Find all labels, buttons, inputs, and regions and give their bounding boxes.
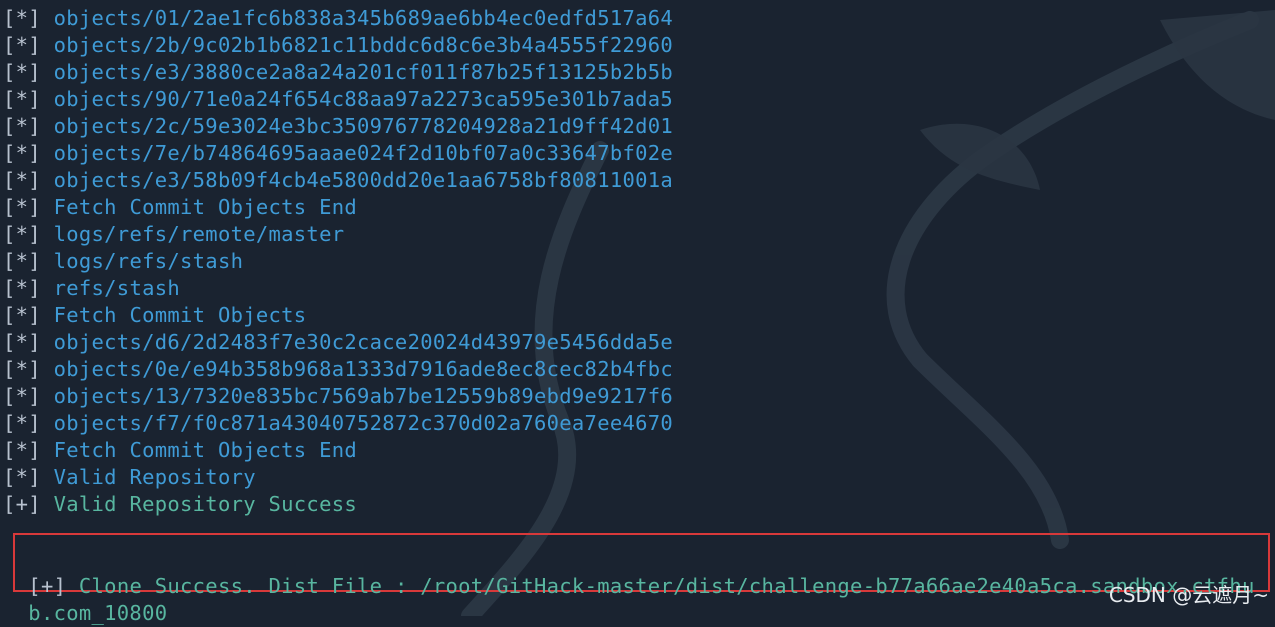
line-text: objects/e3/3880ce2a8a24a201cf011f87b25f1… xyxy=(53,60,674,84)
line-text: Valid Repository Success xyxy=(53,492,358,516)
line-prefix: [+] xyxy=(3,492,41,516)
line-prefix: [*] xyxy=(3,249,41,273)
line-text: logs/refs/stash xyxy=(53,249,244,273)
line-text: objects/13/7320e835bc7569ab7be12559b89eb… xyxy=(53,384,674,408)
terminal-line: [*] objects/0e/e94b358b968a1333d7916ade8… xyxy=(3,356,673,383)
terminal-line: [*] Fetch Commit Objects End xyxy=(3,194,357,221)
line-prefix: [*] xyxy=(3,330,41,354)
terminal-line: [*] objects/e3/3880ce2a8a24a201cf011f87b… xyxy=(3,59,673,86)
terminal-line: [+] Valid Repository Success xyxy=(3,491,357,518)
terminal-line: [*] logs/refs/stash xyxy=(3,248,243,275)
clone-success-line: [+] Clone Success. Dist File : /root/Git… xyxy=(3,546,1255,598)
line-text: objects/2b/9c02b1b6821c11bddc6d8c6e3b4a4… xyxy=(53,33,674,57)
line-prefix: [*] xyxy=(3,357,41,381)
line-prefix: [*] xyxy=(3,60,41,84)
terminal-line: [*] Fetch Commit Objects End xyxy=(3,437,357,464)
line-text: objects/0e/e94b358b968a1333d7916ade8ec8c… xyxy=(53,357,674,381)
line-prefix: [*] xyxy=(3,141,41,165)
line-text: Fetch Commit Objects xyxy=(53,303,307,327)
line-prefix: [*] xyxy=(3,303,41,327)
terminal-line: [*] objects/2c/59e3024e3bc35097677820492… xyxy=(3,113,673,140)
line-text: Fetch Commit Objects End xyxy=(53,438,358,462)
terminal-line: [*] objects/f7/f0c871a43040752872c370d02… xyxy=(3,410,673,437)
terminal-line: [*] logs/refs/remote/master xyxy=(3,221,344,248)
line-text: objects/7e/b74864695aaae024f2d10bf07a0c3… xyxy=(53,141,674,165)
terminal-line: [*] objects/13/7320e835bc7569ab7be12559b… xyxy=(3,383,673,410)
line-prefix: [*] xyxy=(3,276,41,300)
line-text: Valid Repository xyxy=(53,465,256,489)
line-text-wrap: b.com_10800 xyxy=(28,601,168,625)
clone-success-line-wrap: b.com_10800 xyxy=(3,573,167,625)
line-prefix: [*] xyxy=(3,6,41,30)
line-prefix: [*] xyxy=(3,465,41,489)
terminal-line: [*] objects/d6/2d2483f7e30c2cace20024d43… xyxy=(3,329,673,356)
terminal-line: [*] refs/stash xyxy=(3,275,180,302)
line-text: objects/f7/f0c871a43040752872c370d02a760… xyxy=(53,411,674,435)
line-text: Fetch Commit Objects End xyxy=(53,195,358,219)
terminal-line: [*] Fetch Commit Objects xyxy=(3,302,306,329)
line-text: objects/01/2ae1fc6b838a345b689ae6bb4ec0e… xyxy=(53,6,674,30)
line-prefix: [*] xyxy=(3,195,41,219)
line-prefix: [*] xyxy=(3,411,41,435)
line-prefix: [*] xyxy=(3,222,41,246)
line-text: objects/e3/58b09f4cb4e5800dd20e1aa6758bf… xyxy=(53,168,674,192)
line-prefix: [*] xyxy=(3,114,41,138)
terminal-output: [*] objects/01/2ae1fc6b838a345b689ae6bb4… xyxy=(0,0,1275,616)
line-text: refs/stash xyxy=(53,276,181,300)
line-text: objects/2c/59e3024e3bc350976778204928a21… xyxy=(53,114,674,138)
line-prefix: [*] xyxy=(3,168,41,192)
terminal-line: [*] objects/e3/58b09f4cb4e5800dd20e1aa67… xyxy=(3,167,673,194)
line-prefix: [*] xyxy=(3,438,41,462)
terminal-line: [*] Valid Repository xyxy=(3,464,256,491)
terminal-line: [*] objects/2b/9c02b1b6821c11bddc6d8c6e3… xyxy=(3,32,673,59)
csdn-watermark: CSDN @云遮月~ xyxy=(1108,583,1269,607)
line-text: logs/refs/remote/master xyxy=(53,222,345,246)
line-text: objects/d6/2d2483f7e30c2cace20024d43979e… xyxy=(53,330,674,354)
terminal-line: [*] objects/7e/b74864695aaae024f2d10bf07… xyxy=(3,140,673,167)
terminal-line: [*] objects/90/71e0a24f654c88aa97a2273ca… xyxy=(3,86,673,113)
line-text: Clone Success. Dist File : /root/GitHack… xyxy=(78,574,1255,598)
line-prefix: [*] xyxy=(3,87,41,111)
line-text: objects/90/71e0a24f654c88aa97a2273ca595e… xyxy=(53,87,674,111)
terminal-line: [*] objects/01/2ae1fc6b838a345b689ae6bb4… xyxy=(3,5,673,32)
line-prefix: [*] xyxy=(3,384,41,408)
line-prefix: [*] xyxy=(3,33,41,57)
